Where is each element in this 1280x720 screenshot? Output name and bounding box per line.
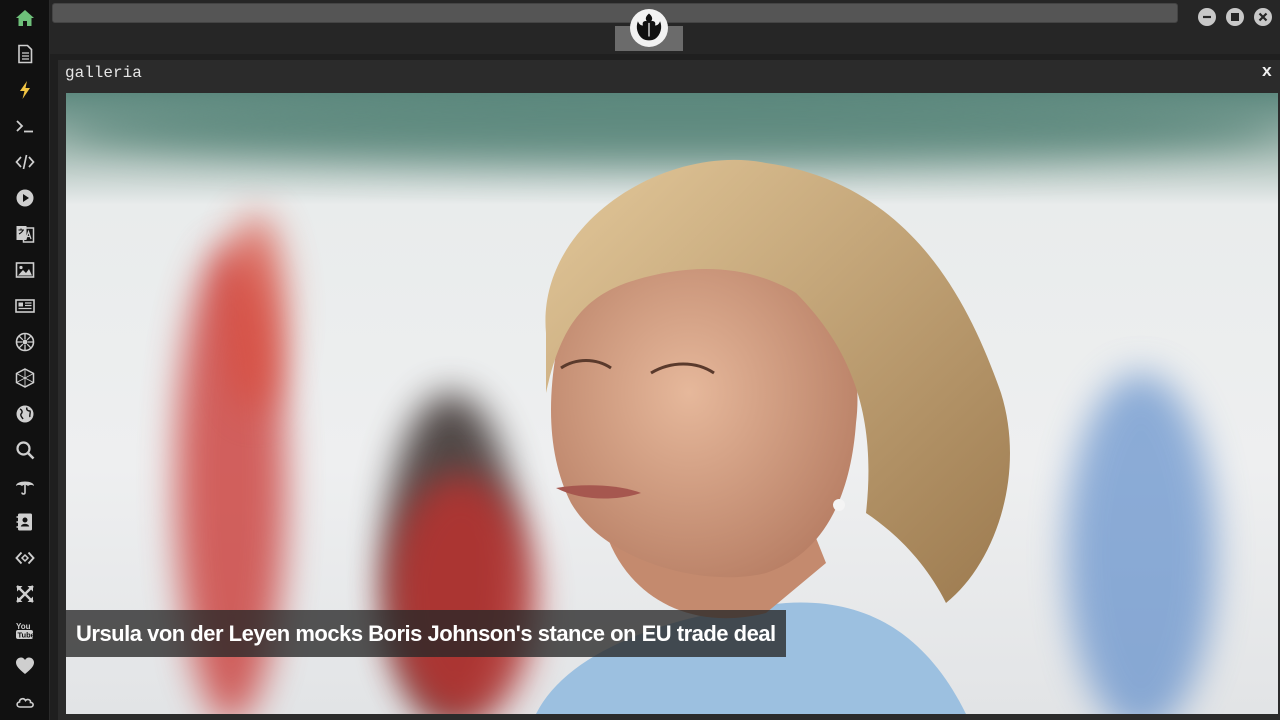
expand-icon <box>16 585 34 603</box>
maximize-button[interactable] <box>1226 8 1244 26</box>
rebel-alliance-emblem-icon[interactable] <box>630 9 668 47</box>
sidebar-item-image[interactable] <box>0 252 50 288</box>
minimize-button[interactable] <box>1198 8 1216 26</box>
sidebar-item-terminal[interactable] <box>0 108 50 144</box>
lightning-icon <box>20 81 30 99</box>
hexagon-icon <box>15 368 35 388</box>
sidebar-item-play[interactable] <box>0 180 50 216</box>
sidebar-item-umbrella[interactable] <box>0 468 50 504</box>
svg-text:Tube: Tube <box>18 631 35 640</box>
close-window-button[interactable] <box>1254 8 1272 26</box>
emblem-icon <box>15 332 35 352</box>
galleria-panel: galleria x Ursula von der Leyen mocks Bo… <box>58 60 1280 720</box>
sidebar-item-emblem[interactable] <box>0 324 50 360</box>
image-icon <box>15 262 35 278</box>
translate-icon <box>16 226 35 243</box>
maximize-icon <box>1231 13 1239 21</box>
panel-close-button[interactable]: x <box>1262 63 1272 82</box>
code-icon <box>15 154 35 170</box>
link-icon <box>15 551 35 565</box>
umbrella-icon <box>16 481 34 495</box>
sidebar-item-globe[interactable] <box>0 396 50 432</box>
search-icon <box>16 441 35 460</box>
newspaper-icon <box>15 299 35 313</box>
sidebar-item-heart[interactable] <box>0 648 50 684</box>
sidebar-item-translate[interactable] <box>0 216 50 252</box>
emblem-glyph <box>636 13 662 41</box>
minimize-icon <box>1203 15 1211 19</box>
gallery-photo[interactable]: Ursula von der Leyen mocks Boris Johnson… <box>66 93 1278 714</box>
top-bar <box>50 0 1280 54</box>
sidebar-item-document[interactable] <box>0 36 50 72</box>
sidebar: You Tube <box>0 0 50 720</box>
cloud-icon <box>16 697 34 708</box>
sidebar-item-home[interactable] <box>0 0 50 36</box>
panel-title: galleria <box>65 64 142 82</box>
heart-icon <box>16 657 34 674</box>
sidebar-item-contacts[interactable] <box>0 504 50 540</box>
document-icon <box>18 44 33 64</box>
close-icon <box>1258 12 1268 22</box>
play-icon <box>16 189 34 207</box>
youtube-icon: YouTube <box>16 622 35 640</box>
terminal-icon <box>16 120 33 133</box>
sidebar-item-link[interactable] <box>0 540 50 576</box>
globe-icon <box>16 405 34 423</box>
sidebar-item-expand[interactable] <box>0 576 50 612</box>
home-icon <box>16 10 34 26</box>
sidebar-item-hexagon[interactable] <box>0 360 50 396</box>
address-bar[interactable] <box>52 3 1178 23</box>
sidebar-item-code[interactable] <box>0 144 50 180</box>
sidebar-item-cloud[interactable] <box>0 684 50 720</box>
sidebar-item-lightning[interactable] <box>0 72 50 108</box>
sidebar-item-search[interactable] <box>0 432 50 468</box>
sidebar-item-youtube[interactable]: You Tube <box>0 612 50 648</box>
sidebar-item-newspaper[interactable] <box>0 288 50 324</box>
photo-caption: Ursula von der Leyen mocks Boris Johnson… <box>66 610 786 657</box>
contact-book-icon <box>16 513 32 531</box>
